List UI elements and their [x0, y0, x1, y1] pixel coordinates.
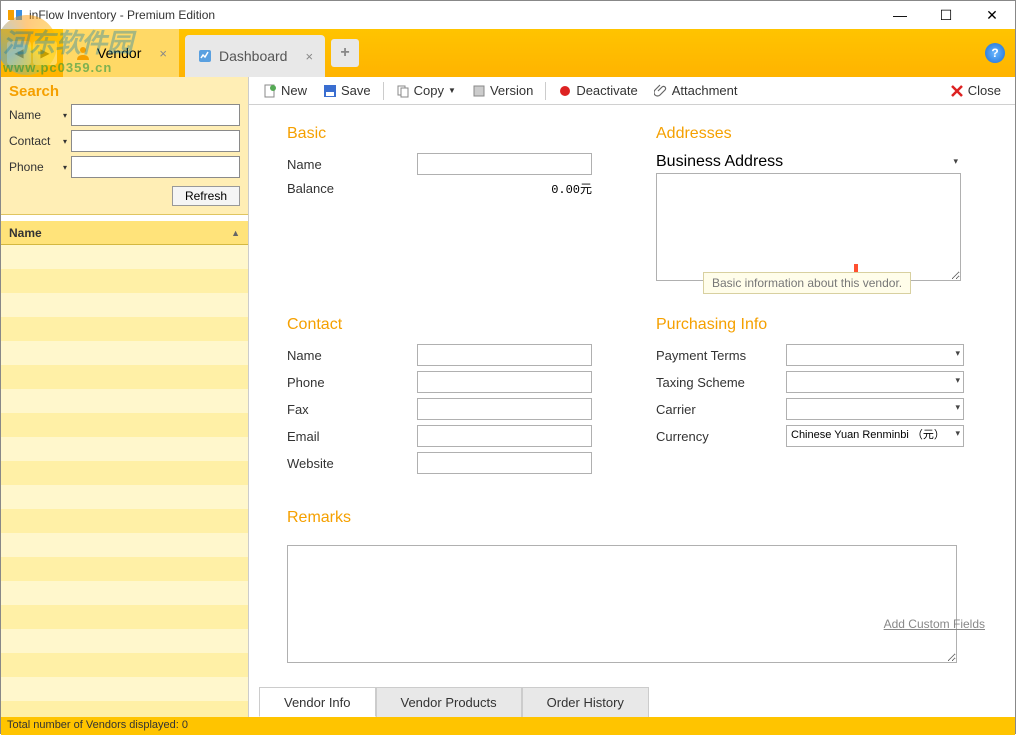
payment-terms-label: Payment Terms: [656, 348, 786, 363]
refresh-button[interactable]: Refresh: [172, 186, 240, 206]
content-toolbar: New Save Copy ▼ Version Deactivate: [249, 77, 1015, 105]
bottom-tabs: Vendor Info Vendor Products Order Histor…: [259, 687, 1015, 717]
copy-icon: [396, 84, 410, 98]
basic-name-input[interactable]: [417, 153, 592, 175]
version-button[interactable]: Version: [466, 79, 539, 103]
chevron-down-icon: ▼: [448, 86, 456, 95]
new-icon: [263, 84, 277, 98]
contact-fax-input[interactable]: [417, 398, 592, 420]
tab-close-icon[interactable]: ×: [159, 46, 167, 61]
basic-tooltip: Basic information about this vendor.: [703, 272, 911, 294]
new-button[interactable]: New: [257, 79, 313, 103]
contact-name-label: Name: [287, 348, 417, 363]
list-header[interactable]: Name ▲: [1, 221, 248, 245]
contact-email-input[interactable]: [417, 425, 592, 447]
carrier-select[interactable]: [786, 398, 964, 420]
dropdown-icon[interactable]: ▾: [63, 163, 71, 172]
section-basic: Basic: [287, 125, 616, 143]
section-contact: Contact: [287, 316, 616, 334]
basic-name-label: Name: [287, 157, 417, 172]
contact-email-label: Email: [287, 429, 417, 444]
dropdown-icon[interactable]: ▾: [63, 137, 71, 146]
search-contact-input[interactable]: [71, 130, 240, 152]
taxing-scheme-select[interactable]: [786, 371, 964, 393]
tab-order-history[interactable]: Order History: [522, 687, 649, 717]
minimize-button[interactable]: —: [877, 1, 923, 29]
window-title: inFlow Inventory - Premium Edition: [29, 8, 877, 22]
sort-icon: ▲: [231, 228, 240, 238]
content: New Save Copy ▼ Version Deactivate: [249, 77, 1015, 717]
contact-website-input[interactable]: [417, 452, 592, 474]
address-type-select[interactable]: Business Address: [656, 153, 961, 171]
contact-website-label: Website: [287, 456, 417, 471]
currency-select[interactable]: Chinese Yuan Renminbi （元）: [786, 425, 964, 447]
tab-vendor-info[interactable]: Vendor Info: [259, 687, 376, 717]
search-title: Search: [9, 83, 240, 100]
attachment-button[interactable]: Attachment: [648, 79, 744, 103]
contact-name-input[interactable]: [417, 344, 592, 366]
dropdown-icon[interactable]: ▾: [63, 111, 71, 120]
app-icon: [7, 7, 23, 23]
tab-label: Dashboard: [219, 48, 288, 64]
address-textarea[interactable]: [656, 173, 961, 281]
search-contact-label: Contact: [9, 134, 63, 148]
column-name: Name: [9, 226, 231, 240]
tab-vendor-products[interactable]: Vendor Products: [376, 687, 522, 717]
carrier-label: Carrier: [656, 402, 786, 417]
close-button[interactable]: Close: [944, 79, 1007, 103]
basic-balance-label: Balance: [287, 181, 417, 196]
contact-fax-label: Fax: [287, 402, 417, 417]
statusbar: Total number of Vendors displayed: 0: [1, 717, 1015, 735]
search-phone-input[interactable]: [71, 156, 240, 178]
tab-vendor[interactable]: Vendor ×: [63, 29, 179, 77]
remarks-textarea[interactable]: [287, 545, 957, 663]
payment-terms-select[interactable]: [786, 344, 964, 366]
copy-button[interactable]: Copy ▼: [390, 79, 462, 103]
help-icon[interactable]: ?: [985, 43, 1005, 63]
dashboard-icon: [197, 48, 213, 64]
close-icon: [950, 84, 964, 98]
contact-phone-label: Phone: [287, 375, 417, 390]
basic-balance-value: 0.00元: [417, 180, 592, 197]
vendor-list[interactable]: [1, 245, 248, 717]
form-area: Basic information about this vendor. Bas…: [249, 105, 1015, 687]
save-button[interactable]: Save: [317, 79, 377, 103]
tab-label: Vendor: [97, 45, 141, 61]
tab-close-icon[interactable]: ×: [305, 49, 313, 64]
vendor-icon: [75, 45, 91, 61]
sidebar: Search Name ▾ Contact ▾ Phone ▾ Refresh …: [1, 77, 249, 717]
deactivate-icon: [558, 84, 572, 98]
search-panel: Search Name ▾ Contact ▾ Phone ▾ Refresh: [1, 77, 248, 215]
search-name-input[interactable]: [71, 104, 240, 126]
section-addresses: Addresses: [656, 125, 985, 143]
topbar: ◀ ▶ Vendor × Dashboard × + ?: [1, 29, 1015, 77]
nav-back-button[interactable]: ◀: [7, 41, 31, 65]
deactivate-button[interactable]: Deactivate: [552, 79, 643, 103]
search-phone-label: Phone: [9, 160, 63, 174]
section-purchasing: Purchasing Info: [656, 316, 985, 334]
close-window-button[interactable]: ✕: [969, 1, 1015, 29]
add-custom-fields-link[interactable]: Add Custom Fields: [884, 617, 985, 631]
maximize-button[interactable]: ☐: [923, 1, 969, 29]
nav-forward-button[interactable]: ▶: [33, 41, 57, 65]
paperclip-icon: [654, 84, 668, 98]
version-icon: [472, 84, 486, 98]
section-remarks: Remarks: [287, 509, 985, 527]
add-tab-button[interactable]: +: [331, 39, 359, 67]
search-name-label: Name: [9, 108, 63, 122]
titlebar: inFlow Inventory - Premium Edition — ☐ ✕: [1, 1, 1015, 29]
currency-label: Currency: [656, 429, 786, 444]
taxing-scheme-label: Taxing Scheme: [656, 375, 786, 390]
save-icon: [323, 84, 337, 98]
contact-phone-input[interactable]: [417, 371, 592, 393]
tab-dashboard[interactable]: Dashboard ×: [185, 35, 325, 77]
